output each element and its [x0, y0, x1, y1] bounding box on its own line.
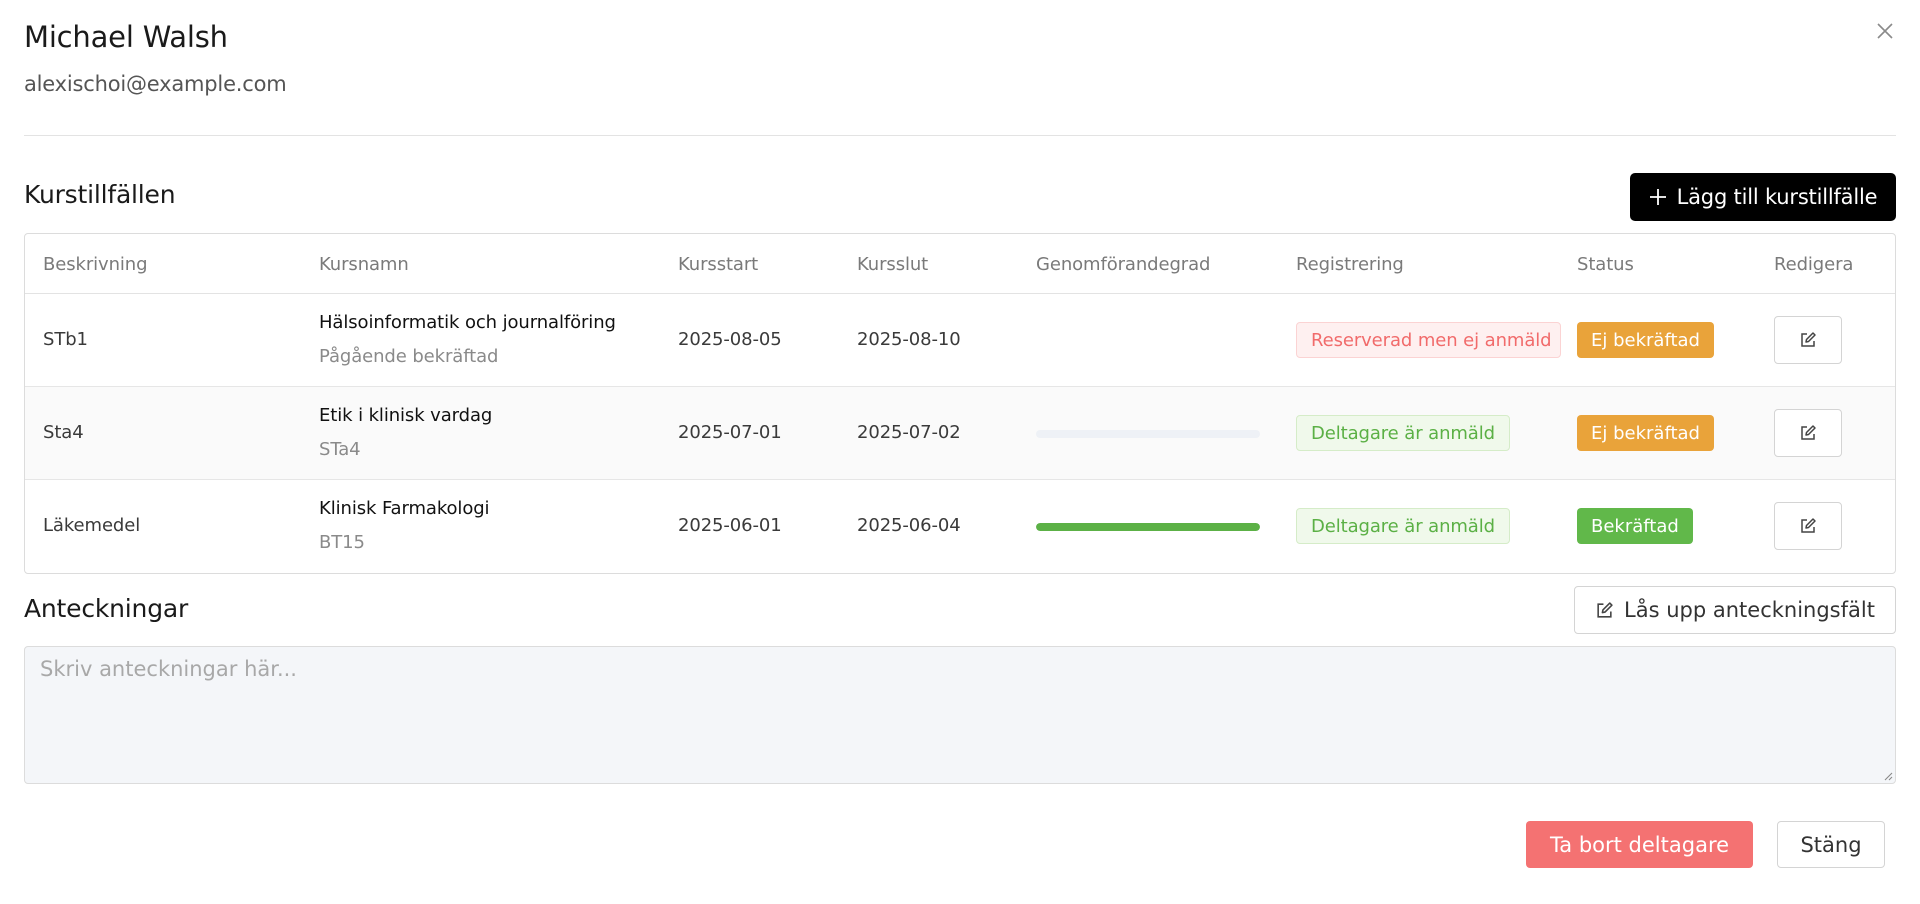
edit-icon [1801, 518, 1816, 533]
unlock-notes-button[interactable]: Lås upp anteckningsfält [1574, 586, 1896, 634]
row-end-date: 2025-06-04 [857, 515, 961, 536]
registration-tag: Reserverad men ej anmäld [1296, 322, 1561, 358]
status-badge: Ej bekräftad [1577, 322, 1714, 358]
row-course-name: Etik i klinisk vardag [319, 405, 493, 426]
header-completion: Genomförandegrad [1036, 254, 1211, 275]
close-icon [1877, 23, 1893, 39]
header-edit: Redigera [1774, 254, 1854, 275]
row-end-date: 2025-07-02 [857, 422, 961, 443]
unlock-notes-label: Lås upp anteckningsfält [1624, 598, 1875, 622]
table-header: Beskrivning Kursnamn Kursstart Kursslut … [25, 234, 1895, 294]
participant-email: alexischoi@example.com [24, 72, 287, 96]
row-start-date: 2025-08-05 [678, 329, 782, 350]
add-course-button[interactable]: Lägg till kurstillfälle [1630, 173, 1896, 221]
edit-row-button[interactable] [1774, 409, 1842, 457]
status-badge: Bekräftad [1577, 508, 1693, 544]
registration-tag: Deltagare är anmäld [1296, 508, 1510, 544]
row-description: Läkemedel [43, 515, 141, 536]
row-course-name: Klinisk Farmakologi [319, 498, 490, 519]
header-status: Status [1577, 254, 1634, 275]
courses-section-title: Kurstillfällen [24, 180, 176, 209]
resize-grip-icon[interactable] [1883, 771, 1893, 781]
completion-progress-bar [1036, 523, 1260, 531]
participant-name: Michael Walsh [24, 20, 228, 54]
close-dialog-button[interactable] [1872, 18, 1898, 44]
header-course-start: Kursstart [678, 254, 759, 275]
edit-icon [1597, 601, 1613, 618]
header-description: Beskrivning [43, 254, 148, 275]
courses-table: Beskrivning Kursnamn Kursstart Kursslut … [24, 233, 1896, 574]
completion-progress-bar [1036, 430, 1260, 438]
status-badge: Ej bekräftad [1577, 415, 1714, 451]
header-divider [24, 135, 1896, 136]
completion-progress-fill [1036, 523, 1260, 531]
row-course-name: Hälsoinformatik och journalföring [319, 312, 616, 333]
row-end-date: 2025-08-10 [857, 329, 961, 350]
remove-participant-button[interactable]: Ta bort deltagare [1526, 821, 1753, 868]
row-course-sub: BT15 [319, 532, 365, 553]
row-course-sub: STa4 [319, 439, 361, 460]
edit-row-button[interactable] [1774, 502, 1842, 550]
table-row: Sta4 Etik i klinisk vardag STa4 2025-07-… [25, 387, 1895, 480]
registration-tag: Deltagare är anmäld [1296, 415, 1510, 451]
edit-icon [1801, 425, 1816, 440]
notes-section-title: Anteckningar [24, 594, 189, 623]
table-row: STb1 Hälsoinformatik och journalföring P… [25, 294, 1895, 387]
notes-textarea[interactable] [24, 646, 1896, 784]
row-start-date: 2025-07-01 [678, 422, 782, 443]
edit-icon [1801, 332, 1816, 347]
row-course-sub: Pågående bekräftad [319, 346, 499, 367]
edit-row-button[interactable] [1774, 316, 1842, 364]
participant-dialog: Michael Walsh alexischoi@example.com Kur… [0, 0, 1920, 904]
plus-icon [1649, 189, 1666, 205]
row-description: Sta4 [43, 422, 84, 443]
header-course-name: Kursnamn [319, 254, 409, 275]
close-button[interactable]: Stäng [1777, 821, 1885, 868]
add-course-label: Lägg till kurstillfälle [1676, 185, 1878, 209]
row-description: STb1 [43, 329, 88, 350]
table-row: Läkemedel Klinisk Farmakologi BT15 2025-… [25, 480, 1895, 573]
header-course-end: Kursslut [857, 254, 929, 275]
row-start-date: 2025-06-01 [678, 515, 782, 536]
header-registration: Registrering [1296, 254, 1404, 275]
